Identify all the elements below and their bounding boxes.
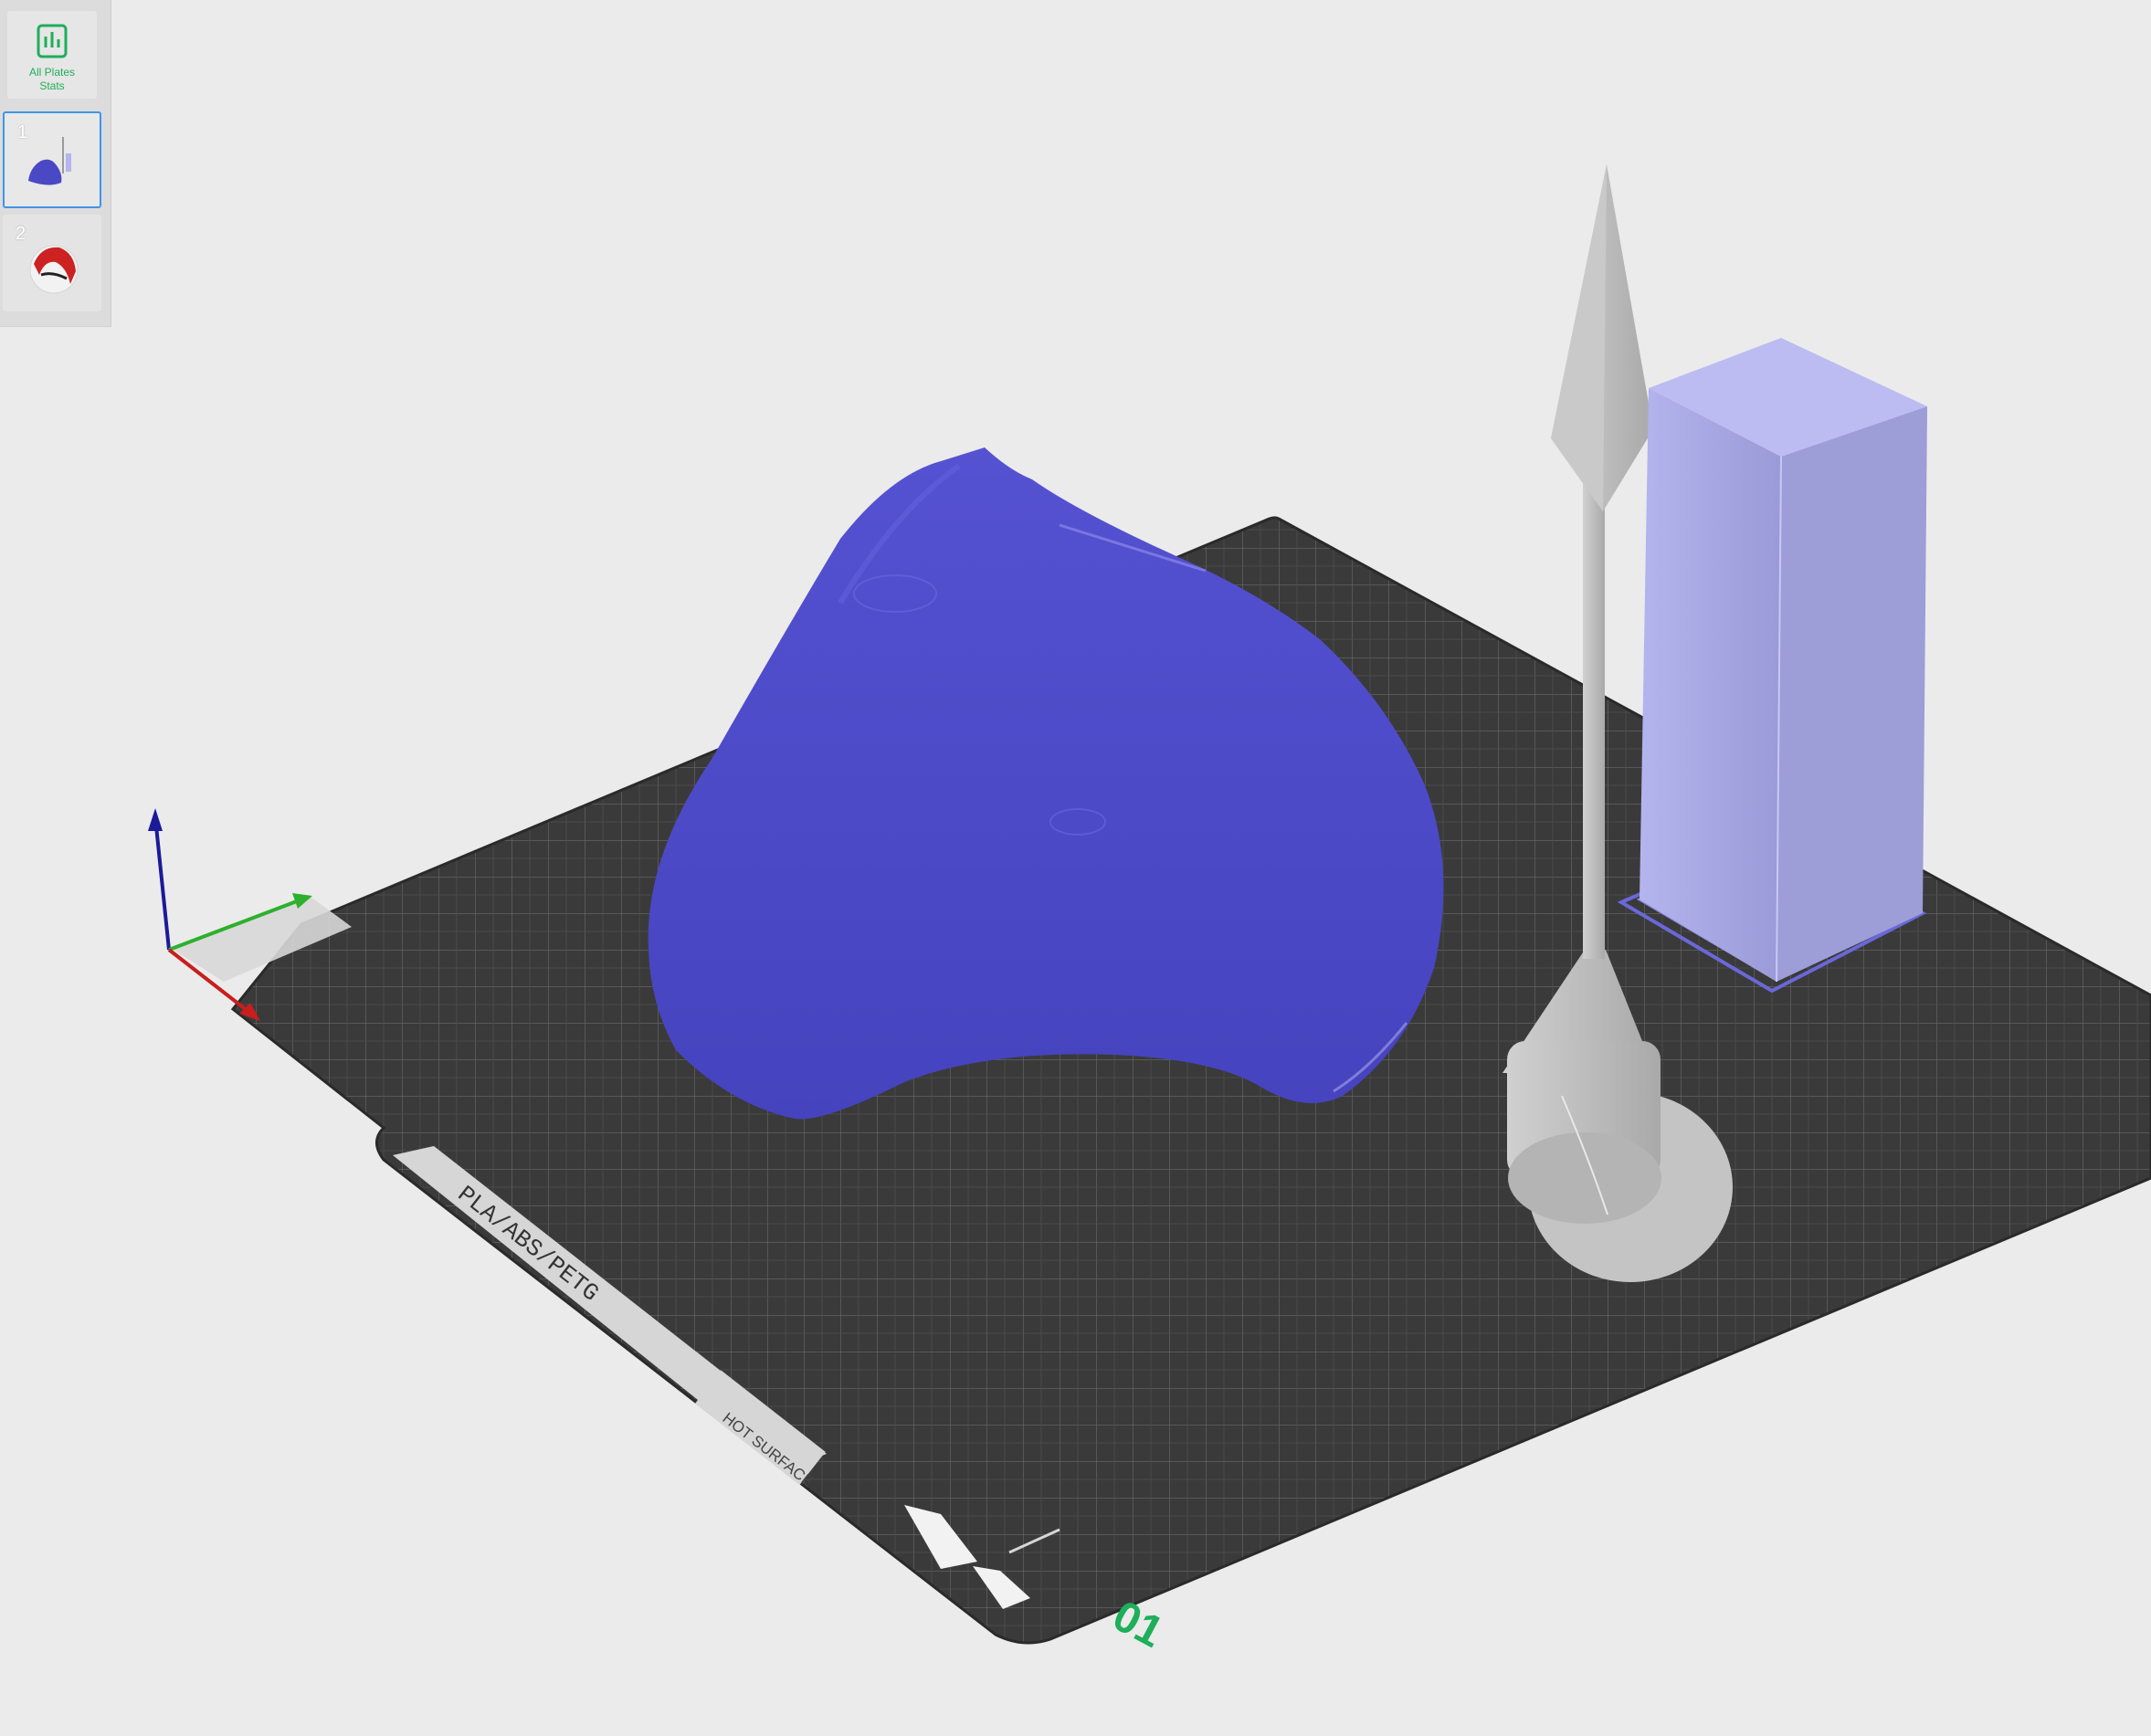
all-plates-stats-button[interactable]: All Plates Stats — [7, 11, 97, 99]
plate-thumbnail-2[interactable]: 2 — [3, 215, 101, 311]
plate-thumbnail-1[interactable]: 1 — [3, 111, 101, 208]
bar-chart-icon — [37, 24, 68, 58]
slicer-app: PLA/ABS/PETG HOT SURFACE 01 All Plates S… — [0, 0, 2151, 1736]
plate-1-preview — [28, 137, 71, 185]
3d-viewport[interactable]: PLA/ABS/PETG HOT SURFACE 01 — [0, 0, 2151, 1736]
plate-2-preview — [29, 245, 79, 294]
lavender-tower-model[interactable] — [1617, 338, 1927, 994]
stats-label: All Plates Stats — [28, 66, 76, 92]
plate-sidebar: All Plates Stats 1 2 — [0, 0, 111, 327]
